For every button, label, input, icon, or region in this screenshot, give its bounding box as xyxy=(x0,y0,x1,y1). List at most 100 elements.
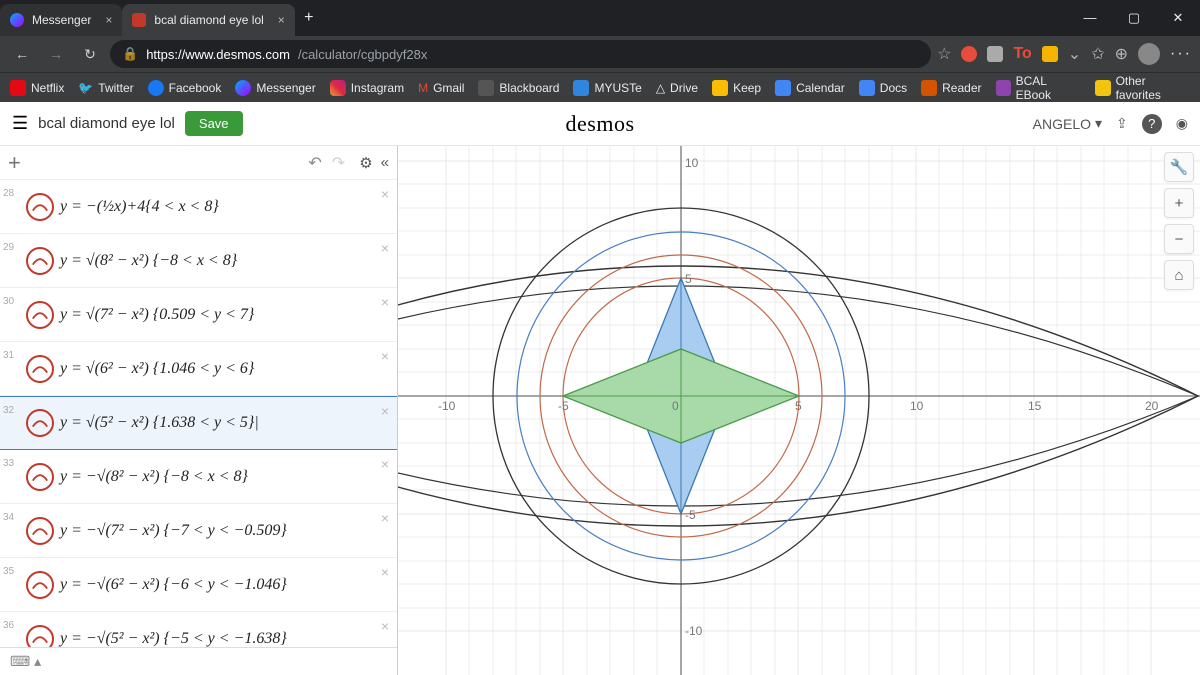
ext-icon[interactable] xyxy=(961,46,977,62)
accessibility-icon[interactable]: ◉ xyxy=(1176,115,1188,132)
close-window-button[interactable]: ✕ xyxy=(1156,10,1200,26)
expression-text: y = √(8² − x²) {−8 < x < 8} xyxy=(60,252,397,270)
axis-label: 20 xyxy=(1145,399,1158,413)
ext-icon[interactable]: ⌄ xyxy=(1068,44,1081,64)
color-icon[interactable] xyxy=(26,193,54,221)
bookmark-reader[interactable]: Reader xyxy=(921,80,981,96)
bookmark-blackboard[interactable]: Blackboard xyxy=(478,80,559,96)
bookmark-bcal[interactable]: BCAL EBook xyxy=(996,74,1082,102)
tab-desmos[interactable]: bcal diamond eye lol × xyxy=(122,4,294,36)
color-icon[interactable] xyxy=(26,409,54,437)
zoom-in-button[interactable]: + xyxy=(1164,188,1194,218)
bookmark-twitter[interactable]: 🐦Twitter xyxy=(78,81,133,95)
forward-button[interactable]: → xyxy=(42,46,70,62)
home-button[interactable]: ⌂ xyxy=(1164,260,1194,290)
ext-icon[interactable] xyxy=(1042,46,1058,62)
expression-row[interactable]: 29y = √(8² − x²) {−8 < x < 8}× xyxy=(0,234,397,288)
undo-button[interactable]: ↶ xyxy=(308,153,321,173)
axis-label: -10 xyxy=(685,624,702,638)
color-icon[interactable] xyxy=(26,355,54,383)
color-icon[interactable] xyxy=(26,517,54,545)
color-icon[interactable] xyxy=(26,571,54,599)
twitter-icon: 🐦 xyxy=(78,81,93,95)
expression-row[interactable]: 36y = −√(5² − x²) {−5 < y < −1.638}× xyxy=(0,612,397,647)
ebook-icon xyxy=(996,80,1011,96)
delete-row-icon[interactable]: × xyxy=(381,294,389,310)
add-expression-button[interactable]: + xyxy=(8,150,21,176)
expression-row[interactable]: 30y = √(7² − x²) {0.509 < y < 7}× xyxy=(0,288,397,342)
refresh-button[interactable]: ↻ xyxy=(76,46,104,63)
bookmark-facebook[interactable]: Facebook xyxy=(148,80,222,96)
tab-messenger[interactable]: Messenger × xyxy=(0,4,122,36)
minimize-button[interactable]: — xyxy=(1068,10,1112,26)
drive-icon: △ xyxy=(656,81,665,95)
color-icon[interactable] xyxy=(26,247,54,275)
collections-icon[interactable]: ⊕ xyxy=(1115,44,1128,64)
profile-avatar[interactable] xyxy=(1138,43,1160,65)
bookmark-myuste[interactable]: MYUSTe xyxy=(573,80,641,96)
app-header: ☰ bcal diamond eye lol Save desmos ANGEL… xyxy=(0,102,1200,146)
favorites-icon[interactable]: ✩ xyxy=(1091,44,1104,64)
bookmark-messenger[interactable]: Messenger xyxy=(235,80,315,96)
axis-label: 5 xyxy=(685,272,692,286)
bookmark-netflix[interactable]: Netflix xyxy=(10,80,64,96)
color-icon[interactable] xyxy=(26,463,54,491)
collapse-panel-button[interactable]: « xyxy=(381,154,389,172)
save-button[interactable]: Save xyxy=(185,111,243,136)
other-favorites[interactable]: Other favorites xyxy=(1095,74,1190,102)
close-icon[interactable]: × xyxy=(105,13,112,27)
graph-canvas[interactable]: -10 -5 5 10 15 20 10 5 -5 -10 0 🔧 + − ⌂ xyxy=(398,146,1200,675)
close-icon[interactable]: × xyxy=(278,13,285,27)
bookmark-calendar[interactable]: Calendar xyxy=(775,80,845,96)
user-menu[interactable]: ANGELO▾ xyxy=(1033,115,1102,132)
star-icon[interactable]: ☆ xyxy=(937,44,951,64)
expression-row[interactable]: 31y = √(6² − x²) {1.046 < y < 6}× xyxy=(0,342,397,396)
bookmark-label: Gmail xyxy=(433,81,464,95)
delete-row-icon[interactable]: × xyxy=(381,240,389,256)
back-button[interactable]: ← xyxy=(8,46,36,62)
delete-row-icon[interactable]: × xyxy=(381,564,389,580)
delete-row-icon[interactable]: × xyxy=(381,348,389,364)
reader-icon xyxy=(921,80,937,96)
row-number: 28 xyxy=(0,186,20,199)
menu-icon[interactable]: ··· xyxy=(1170,45,1192,63)
delete-row-icon[interactable]: × xyxy=(381,403,389,419)
bookmark-gmail[interactable]: MGmail xyxy=(418,81,464,95)
zoom-out-button[interactable]: − xyxy=(1164,224,1194,254)
delete-row-icon[interactable]: × xyxy=(381,186,389,202)
expression-text: y = −√(8² − x²) {−8 < x < 8} xyxy=(60,468,397,486)
expression-row[interactable]: 32y = √(5² − x²) {1.638 < y < 5}|× xyxy=(0,396,397,450)
graph-tools: 🔧 + − ⌂ xyxy=(1164,152,1194,290)
ext-icon[interactable] xyxy=(987,46,1003,62)
expression-row[interactable]: 28y = −(½x)+4{4 < x < 8}× xyxy=(0,180,397,234)
color-icon[interactable] xyxy=(26,625,54,648)
browser-titlebar: Messenger × bcal diamond eye lol × + — ▢… xyxy=(0,0,1200,36)
redo-button[interactable]: ↷ xyxy=(332,153,345,173)
color-icon[interactable] xyxy=(26,301,54,329)
myuste-icon xyxy=(573,80,589,96)
maximize-button[interactable]: ▢ xyxy=(1112,10,1156,26)
graph-title[interactable]: bcal diamond eye lol xyxy=(38,115,175,132)
wrench-icon[interactable]: 🔧 xyxy=(1164,152,1194,182)
bookmark-keep[interactable]: Keep xyxy=(712,80,761,96)
ext-icon[interactable]: To xyxy=(1013,45,1031,63)
help-icon[interactable]: ? xyxy=(1142,114,1162,134)
delete-row-icon[interactable]: × xyxy=(381,510,389,526)
bookmark-instagram[interactable]: Instagram xyxy=(330,80,404,96)
expression-row[interactable]: 33y = −√(8² − x²) {−8 < x < 8}× xyxy=(0,450,397,504)
bookmark-docs[interactable]: Docs xyxy=(859,80,907,96)
settings-icon[interactable]: ⚙ xyxy=(359,154,372,172)
hamburger-icon[interactable]: ☰ xyxy=(12,113,28,134)
bookmark-drive[interactable]: △Drive xyxy=(656,81,698,95)
bookmark-label: Docs xyxy=(880,81,907,95)
keyboard-toggle[interactable]: ⌨ ▴ xyxy=(0,647,397,675)
url-input[interactable]: 🔒 https://www.desmos.com/calculator/cgbp… xyxy=(110,40,931,68)
expression-row[interactable]: 34y = −√(7² − x²) {−7 < y < −0.509}× xyxy=(0,504,397,558)
share-icon[interactable]: ⇪ xyxy=(1116,115,1128,132)
bookmark-label: Calendar xyxy=(796,81,845,95)
delete-row-icon[interactable]: × xyxy=(381,618,389,634)
desmos-logo: desmos xyxy=(566,111,635,137)
new-tab-button[interactable]: + xyxy=(295,9,323,27)
delete-row-icon[interactable]: × xyxy=(381,456,389,472)
expression-row[interactable]: 35y = −√(6² − x²) {−6 < y < −1.046}× xyxy=(0,558,397,612)
